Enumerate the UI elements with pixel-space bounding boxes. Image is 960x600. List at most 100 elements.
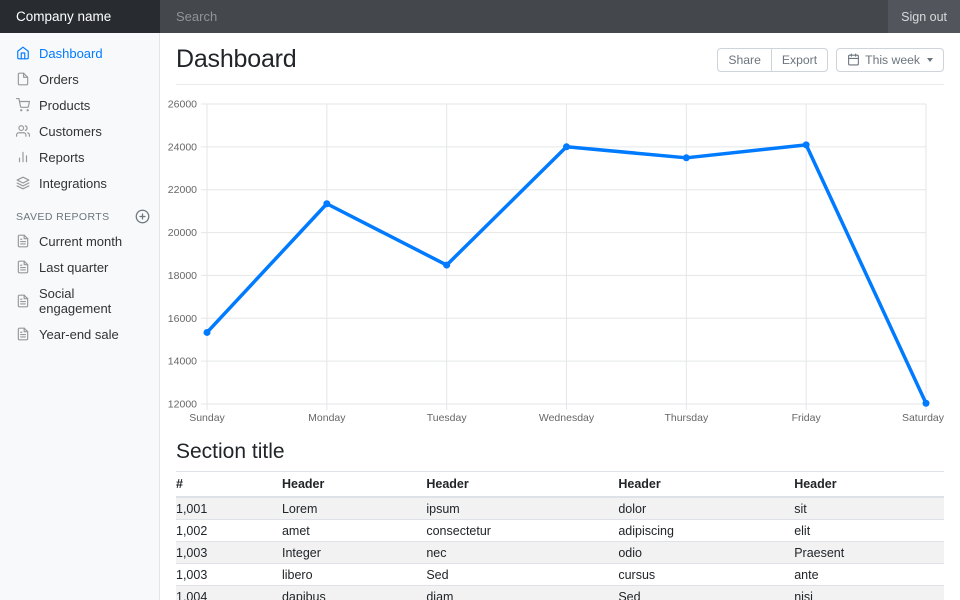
share-export-group: Share Export — [717, 48, 828, 72]
toolbar: Share Export This week — [717, 48, 944, 72]
section-title: Section title — [176, 440, 944, 464]
saved-reports-label: Saved reports — [16, 211, 110, 223]
sidebar-item-integrations[interactable]: Integrations — [0, 170, 160, 196]
file-text-icon — [16, 234, 30, 248]
sidebar-item-label: Last quarter — [39, 260, 108, 275]
column-header: Header — [426, 472, 618, 498]
export-button[interactable]: Export — [771, 48, 828, 72]
table-cell: Sed — [426, 564, 618, 586]
top-navbar: Company name Sign out — [0, 0, 960, 33]
sidebar-item-reports[interactable]: Reports — [0, 144, 160, 170]
table-row: 1,003IntegernecodioPraesent — [176, 542, 944, 564]
table-cell: ante — [794, 564, 944, 586]
table-cell: odio — [618, 542, 794, 564]
table-cell: nisi — [794, 586, 944, 600]
sidebar-item-label: Products — [39, 98, 90, 113]
sidebar-item-orders[interactable]: Orders — [0, 66, 160, 92]
column-header: # — [176, 472, 282, 498]
column-header: Header — [618, 472, 794, 498]
table-cell: consectetur — [426, 520, 618, 542]
sidebar-item-label: Customers — [39, 124, 102, 139]
svg-text:Monday: Monday — [308, 412, 346, 424]
sidebar: Dashboard Orders Products Customers Reports I… — [0, 33, 160, 600]
shopping-cart-icon — [16, 98, 30, 112]
table-cell: libero — [282, 564, 426, 586]
period-dropdown-button[interactable]: This week — [836, 48, 944, 72]
search-input[interactable] — [160, 0, 888, 33]
svg-text:Thursday: Thursday — [664, 412, 709, 424]
table-cell: cursus — [618, 564, 794, 586]
page-header: Dashboard Share Export This week — [176, 33, 944, 85]
sidebar-item-social-engagement[interactable]: Social engagement — [0, 280, 160, 321]
calendar-icon — [847, 53, 860, 66]
plus-circle-icon[interactable] — [135, 209, 150, 224]
table-row: 1,002ametconsecteturadipiscingelit — [176, 520, 944, 542]
sidebar-item-label: Reports — [39, 150, 85, 165]
table-cell: amet — [282, 520, 426, 542]
saved-reports-heading: Saved reports — [0, 196, 160, 228]
table-cell: 1,002 — [176, 520, 282, 542]
table-cell: dolor — [618, 497, 794, 520]
layers-icon — [16, 176, 30, 190]
sidebar-item-products[interactable]: Products — [0, 92, 160, 118]
brand[interactable]: Company name — [0, 0, 160, 33]
table-cell: Lorem — [282, 497, 426, 520]
share-button[interactable]: Share — [717, 48, 772, 72]
sidebar-item-label: Integrations — [39, 176, 107, 191]
sidebar-item-dashboard[interactable]: Dashboard — [0, 40, 160, 66]
sidebar-item-customers[interactable]: Customers — [0, 118, 160, 144]
table-cell: elit — [794, 520, 944, 542]
table-row: 1,003liberoSedcursusante — [176, 564, 944, 586]
sidebar-item-label: Orders — [39, 72, 79, 87]
file-text-icon — [16, 327, 30, 341]
svg-text:12000: 12000 — [168, 399, 197, 411]
svg-text:16000: 16000 — [168, 313, 197, 325]
sidebar-item-label: Year-end sale — [39, 327, 119, 342]
table-cell: Integer — [282, 542, 426, 564]
page-title: Dashboard — [176, 45, 297, 74]
svg-text:Tuesday: Tuesday — [427, 412, 468, 424]
sign-out-button[interactable]: Sign out — [888, 0, 960, 33]
table-cell: dapibus — [282, 586, 426, 600]
sidebar-item-label: Social engagement — [39, 286, 144, 316]
main-content: Dashboard Share Export This week 1200014… — [160, 33, 960, 600]
file-icon — [16, 72, 30, 86]
table-cell: adipiscing — [618, 520, 794, 542]
svg-text:Saturday: Saturday — [902, 412, 945, 424]
table-cell: 1,001 — [176, 497, 282, 520]
sidebar-item-year-end-sale[interactable]: Year-end sale — [0, 321, 160, 347]
table-cell: sit — [794, 497, 944, 520]
saved-reports-nav: Current month Last quarter Social engageme… — [0, 228, 160, 347]
table-cell: nec — [426, 542, 618, 564]
period-label: This week — [865, 53, 920, 67]
table-cell: 1,004 — [176, 586, 282, 600]
bar-chart-icon — [16, 150, 30, 164]
traffic-line-chart: 1200014000160001800020000220002400026000… — [176, 95, 944, 425]
svg-text:14000: 14000 — [168, 356, 197, 368]
file-text-icon — [16, 260, 30, 274]
svg-text:Sunday: Sunday — [189, 412, 225, 424]
users-icon — [16, 124, 30, 138]
table-cell: Sed — [618, 586, 794, 600]
svg-text:20000: 20000 — [168, 227, 197, 239]
table-row: 1,004dapibusdiamSednisi — [176, 586, 944, 600]
sidebar-item-last-quarter[interactable]: Last quarter — [0, 254, 160, 280]
svg-text:22000: 22000 — [168, 184, 197, 196]
table-row: 1,001Loremipsumdolorsit — [176, 497, 944, 520]
sidebar-item-label: Dashboard — [39, 46, 103, 61]
table-cell: 1,003 — [176, 564, 282, 586]
svg-text:26000: 26000 — [168, 99, 197, 111]
sidebar-item-label: Current month — [39, 234, 122, 249]
data-table: #HeaderHeaderHeaderHeader 1,001Loremipsu… — [176, 471, 944, 600]
sidebar-nav: Dashboard Orders Products Customers Reports I… — [0, 40, 160, 196]
table-cell: ipsum — [426, 497, 618, 520]
column-header: Header — [282, 472, 426, 498]
table-header-row: #HeaderHeaderHeaderHeader — [176, 472, 944, 498]
svg-text:Friday: Friday — [792, 412, 822, 424]
svg-text:18000: 18000 — [168, 270, 197, 282]
sidebar-item-current-month[interactable]: Current month — [0, 228, 160, 254]
file-text-icon — [16, 294, 30, 308]
svg-text:24000: 24000 — [168, 141, 197, 153]
table-cell: Praesent — [794, 542, 944, 564]
table-cell: diam — [426, 586, 618, 600]
